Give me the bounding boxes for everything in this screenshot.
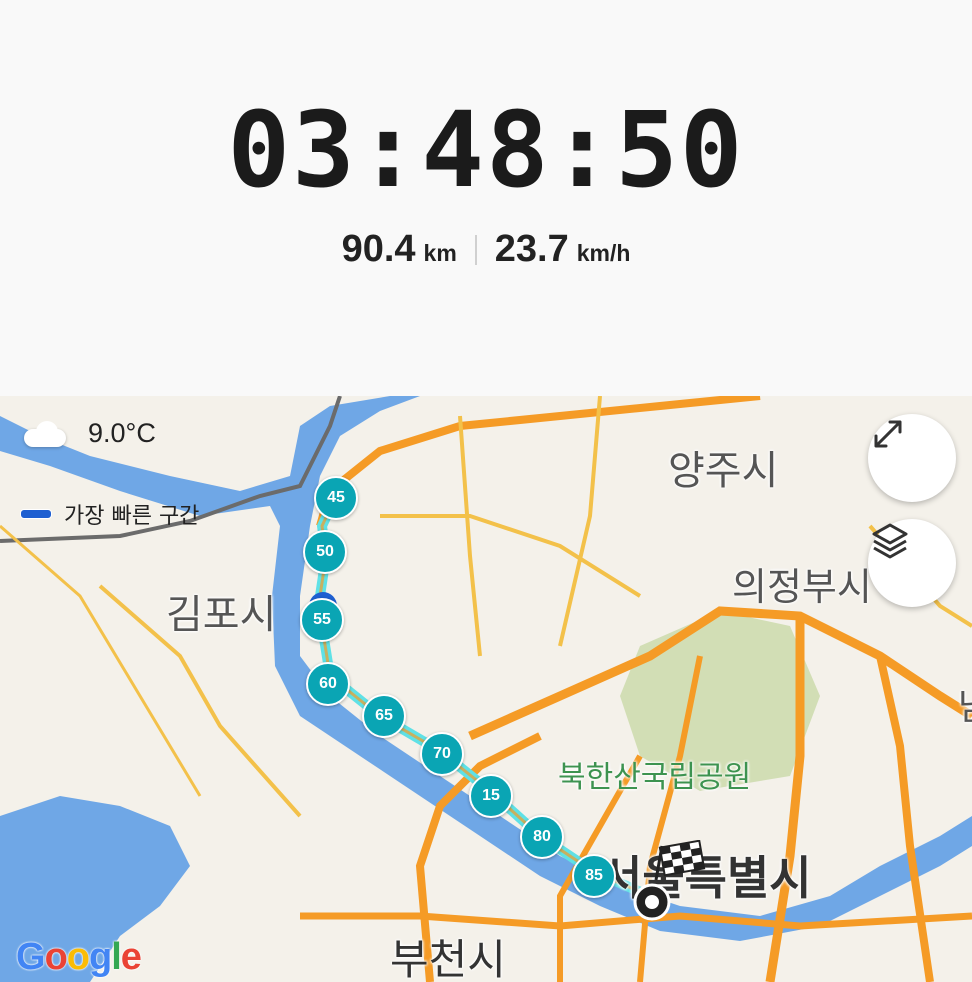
km-marker-80[interactable]: 80 xyxy=(520,815,564,859)
start-point-icon xyxy=(633,883,671,921)
km-marker-60[interactable]: 60 xyxy=(306,662,350,706)
elapsed-time: 03:48:50 xyxy=(227,89,745,211)
place-bukhansan: 북한산국립공원 xyxy=(558,760,752,795)
expand-map-button[interactable] xyxy=(868,414,956,502)
place-cut: 남 xyxy=(958,678,972,730)
google-logo: Google xyxy=(16,936,142,978)
cloud-icon xyxy=(24,420,66,447)
route-map[interactable]: 9.0°C 가장 빠른 구간 양주시 의정부시 김포시 북한산국립공원 서울특별… xyxy=(0,396,972,982)
temperature: 9.0°C xyxy=(88,418,156,448)
km-marker-50[interactable]: 50 xyxy=(303,530,347,574)
place-uijeongbu: 의정부시 xyxy=(732,565,872,609)
place-yangju: 양주시 xyxy=(668,448,779,494)
km-marker-85[interactable]: 85 xyxy=(572,854,616,898)
stats-divider xyxy=(474,234,477,265)
weather-widget: 9.0°C xyxy=(24,418,156,449)
legend-label: 가장 빠른 구간 xyxy=(64,504,200,529)
stats-row: 90.4 km 23.7 km/h xyxy=(0,228,972,271)
fastest-section-legend: 가장 빠른 구간 xyxy=(20,498,199,530)
km-marker-55[interactable]: 55 xyxy=(300,598,344,642)
km-marker-65[interactable]: 65 xyxy=(362,694,406,738)
speed-unit: km/h xyxy=(576,240,631,266)
distance-value: 90.4 xyxy=(341,228,416,270)
place-bucheon: 부천시 xyxy=(390,935,506,982)
km-marker-70[interactable]: 70 xyxy=(420,732,464,776)
legend-swatch xyxy=(20,509,52,519)
layers-icon xyxy=(872,523,908,559)
place-gimpo: 김포시 xyxy=(166,592,277,638)
distance-unit: km xyxy=(423,240,457,266)
expand-icon xyxy=(874,420,902,448)
map-layers-button[interactable] xyxy=(868,519,956,607)
km-marker-45[interactable]: 45 xyxy=(314,476,358,520)
km-marker-15[interactable]: 15 xyxy=(469,774,513,818)
map-background xyxy=(0,396,972,982)
speed-value: 23.7 xyxy=(494,228,569,270)
activity-summary: 03:48:50 90.4 km 23.7 km/h xyxy=(0,0,972,396)
